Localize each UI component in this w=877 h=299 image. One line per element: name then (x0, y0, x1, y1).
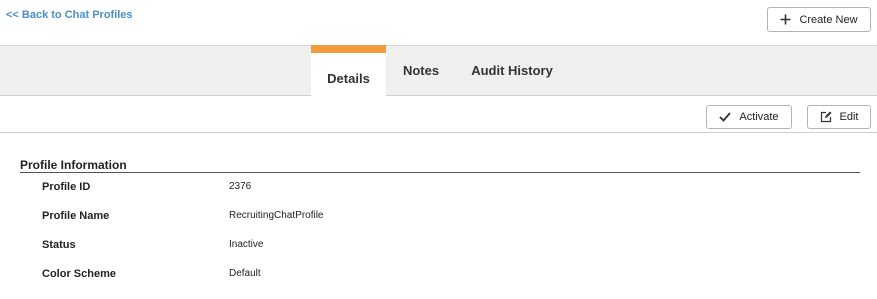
plus-icon (780, 14, 791, 25)
tab-audit-history-label: Audit History (471, 62, 553, 78)
create-new-button[interactable]: Create New (767, 7, 871, 32)
divider (0, 132, 877, 133)
activate-label: Activate (739, 111, 779, 123)
tab-details-label: Details (327, 70, 370, 86)
section-title: Profile Information (20, 158, 127, 172)
edit-button[interactable]: Edit (807, 105, 871, 129)
field-label-color-scheme: Color Scheme (42, 268, 116, 280)
tab-notes-label: Notes (402, 62, 440, 78)
tab-notes[interactable]: Notes (392, 46, 450, 94)
field-value-status: Inactive (229, 239, 264, 250)
edit-label: Edit (839, 111, 859, 123)
field-label-profile-id: Profile ID (42, 181, 91, 193)
field-value-profile-id: 2376 (229, 181, 252, 192)
edit-icon (820, 111, 832, 123)
create-new-label: Create New (799, 13, 858, 26)
field-label-status: Status (42, 239, 76, 251)
tab-audit-history[interactable]: Audit History (462, 46, 562, 94)
tab-bar: Details Notes Audit History (0, 45, 877, 97)
back-to-chat-profiles-link[interactable]: << Back to Chat Profiles (6, 9, 133, 21)
section-divider (20, 172, 860, 173)
activate-button[interactable]: Activate (706, 105, 792, 129)
tab-details[interactable]: Details (311, 45, 386, 97)
field-value-profile-name: RecruitingChatProfile (229, 210, 324, 221)
field-value-color-scheme: Default (229, 268, 261, 279)
field-label-profile-name: Profile Name (42, 210, 110, 222)
checkmark-icon (719, 112, 732, 122)
